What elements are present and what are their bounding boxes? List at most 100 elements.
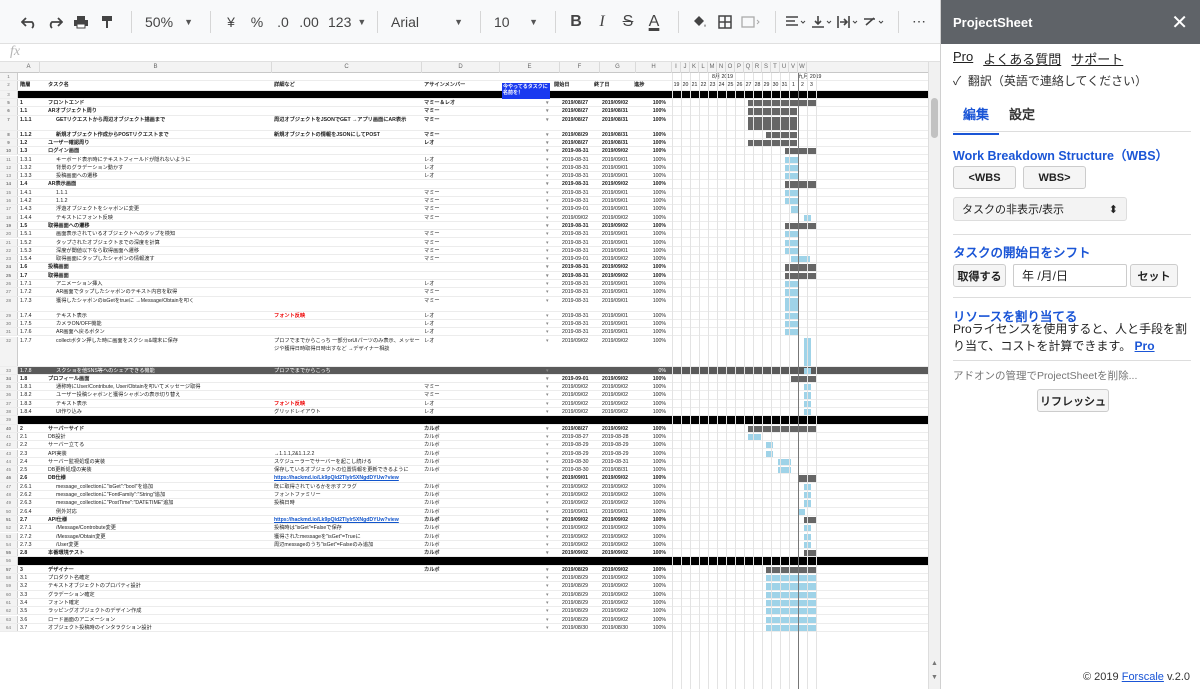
- column-header[interactable]: R: [753, 62, 762, 73]
- column-header[interactable]: K: [690, 62, 699, 73]
- cell-detail[interactable]: [272, 205, 422, 212]
- cell-detail[interactable]: [272, 99, 422, 106]
- cell-detail[interactable]: [272, 549, 422, 556]
- cell-assignee[interactable]: マミー: [422, 288, 500, 295]
- row-number[interactable]: 20: [0, 230, 18, 238]
- row-dropdown-icon[interactable]: ▾: [544, 272, 552, 279]
- cell-assignee[interactable]: [422, 591, 500, 598]
- cell-progress[interactable]: 100%: [636, 591, 668, 598]
- cell-task[interactable]: テキストオブジェクトのプロパティ設計: [46, 582, 272, 589]
- cell-task[interactable]: /User変更: [54, 541, 272, 548]
- row-number[interactable]: 5: [0, 99, 18, 107]
- cell-detail[interactable]: [272, 616, 422, 623]
- cell-task[interactable]: 1.1.2: [54, 197, 272, 204]
- row-number[interactable]: 58: [0, 574, 18, 582]
- cell-task[interactable]: 通称時にUser/Contribute, User/Obtainを叩いてメッセー…: [54, 383, 272, 390]
- gantt-day-label[interactable]: 19: [672, 81, 681, 90]
- cell-task[interactable]: ログイン画面: [46, 147, 272, 154]
- tab-settings[interactable]: 設定: [999, 100, 1045, 135]
- cell-task[interactable]: 投稿画面: [46, 263, 272, 270]
- wbs-next-button[interactable]: WBS>: [1023, 166, 1086, 189]
- cell-end[interactable]: 2019/09/02: [600, 337, 636, 366]
- cell-phase[interactable]: 1.3.2: [18, 164, 40, 171]
- cell-task[interactable]: DB設計: [46, 433, 272, 440]
- cell-assignee[interactable]: カルボ: [422, 549, 500, 556]
- cell-assignee[interactable]: マミー: [422, 214, 500, 221]
- row-number[interactable]: 3: [0, 91, 18, 98]
- cell-assignee[interactable]: [422, 616, 500, 623]
- cell-end[interactable]: 2019/09/01: [600, 280, 636, 287]
- gantt-day-label[interactable]: 30: [771, 81, 780, 90]
- row-number[interactable]: 2: [0, 81, 18, 90]
- cell-assignee[interactable]: レオ: [422, 172, 500, 179]
- cell-progress[interactable]: 100%: [636, 107, 668, 114]
- cell-start[interactable]: 2019-08-31: [560, 272, 600, 279]
- row-dropdown-icon[interactable]: ▾: [544, 400, 552, 407]
- cell-progress[interactable]: 100%: [636, 425, 668, 432]
- column-header[interactable]: I: [672, 62, 681, 73]
- cell-task[interactable]: API実装: [46, 450, 272, 457]
- column-header[interactable]: L: [699, 62, 708, 73]
- cell-progress[interactable]: 100%: [636, 239, 668, 246]
- column-header[interactable]: V: [789, 62, 798, 73]
- cell-end[interactable]: 2019/09/02: [600, 180, 636, 187]
- cell-start[interactable]: 2019/08/27: [560, 139, 600, 146]
- row-number[interactable]: 32: [0, 336, 18, 366]
- cell-start[interactable]: 2019/08/29: [560, 616, 600, 623]
- cell-start[interactable]: 2019/08/29: [560, 566, 600, 573]
- tab-edit[interactable]: 編集: [953, 100, 1000, 135]
- cell-phase[interactable]: 1.8.2: [18, 391, 40, 398]
- cell-task[interactable]: 獲得したシャボンのisGetをtrueに →Message/Obtainを叩く: [54, 297, 272, 311]
- row-dropdown-icon[interactable]: ▾: [544, 499, 552, 506]
- column-header[interactable]: N: [717, 62, 726, 73]
- cell-end[interactable]: 2019-08-28: [600, 433, 636, 440]
- row-number[interactable]: 19: [0, 221, 18, 230]
- cell-assignee[interactable]: カルボ: [422, 450, 500, 457]
- cell-task[interactable]: /Message/Controbute変更: [54, 524, 272, 531]
- row-number[interactable]: 51: [0, 515, 18, 524]
- cell-phase[interactable]: 2.3: [18, 450, 40, 457]
- cell-task[interactable]: 新規オブジェクト作成からPOSTリクエストまで: [54, 131, 272, 138]
- column-header[interactable]: H: [636, 62, 672, 73]
- cell-task[interactable]: DB仕様: [46, 474, 272, 481]
- row-number[interactable]: 24: [0, 263, 18, 271]
- cell-start[interactable]: 2019-08-31: [560, 288, 600, 295]
- cell-progress[interactable]: 100%: [636, 214, 668, 221]
- cell-phase[interactable]: 3: [18, 566, 40, 573]
- header-end[interactable]: 終了日: [592, 81, 632, 90]
- cell-end[interactable]: 2019-08-29: [600, 441, 636, 448]
- task-visibility-select[interactable]: タスクの非表示/表示 ⬍: [953, 197, 1127, 221]
- cell-phase[interactable]: 1.7.7: [18, 337, 40, 366]
- cell-assignee[interactable]: [422, 375, 500, 382]
- cell-phase[interactable]: 1.7.5: [18, 320, 40, 327]
- cell-progress[interactable]: 100%: [636, 491, 668, 498]
- row-number[interactable]: 30: [0, 319, 18, 328]
- gantt-day-label[interactable]: 23: [708, 81, 717, 90]
- cell-progress[interactable]: 100%: [636, 172, 668, 179]
- cell-task[interactable]: message_collectionに"isGet":"bool"を追加: [54, 483, 272, 490]
- cell-end[interactable]: 2019/09/01: [600, 247, 636, 254]
- row-dropdown-icon[interactable]: ▾: [544, 239, 552, 246]
- row-dropdown-icon[interactable]: ▾: [544, 328, 552, 335]
- cell-assignee[interactable]: カルボ: [422, 483, 500, 490]
- cell-assignee[interactable]: [422, 607, 500, 614]
- cell-detail[interactable]: https://hackmd.io/Lk9pQId2TIylr5XNgdDYUw…: [272, 474, 422, 481]
- cell-progress[interactable]: 100%: [636, 312, 668, 319]
- cell-task[interactable]: 1.1.1: [54, 189, 272, 196]
- cell-phase[interactable]: 1.5.4: [18, 255, 40, 262]
- cell-task[interactable]: カメラON/OFF機能: [54, 320, 272, 327]
- gantt-day-label[interactable]: 29: [762, 81, 771, 90]
- row-number[interactable]: 1: [0, 73, 18, 80]
- cell-phase[interactable]: 2.2: [18, 441, 40, 448]
- faq-link[interactable]: よくある質問: [983, 49, 1061, 68]
- cell-phase[interactable]: [18, 557, 40, 564]
- cell-assignee[interactable]: カルボ: [422, 466, 500, 473]
- font-select[interactable]: Arial ▼: [387, 8, 467, 36]
- cell-start[interactable]: 2019/09/02: [560, 491, 600, 498]
- row-number[interactable]: 38: [0, 408, 18, 416]
- cell-end[interactable]: 2019/09/01: [600, 164, 636, 171]
- cell-progress[interactable]: 100%: [636, 624, 668, 631]
- cell-end[interactable]: 2019/09/02: [600, 616, 636, 623]
- row-dropdown-icon[interactable]: ▾: [544, 541, 552, 548]
- row-number[interactable]: 59: [0, 582, 18, 590]
